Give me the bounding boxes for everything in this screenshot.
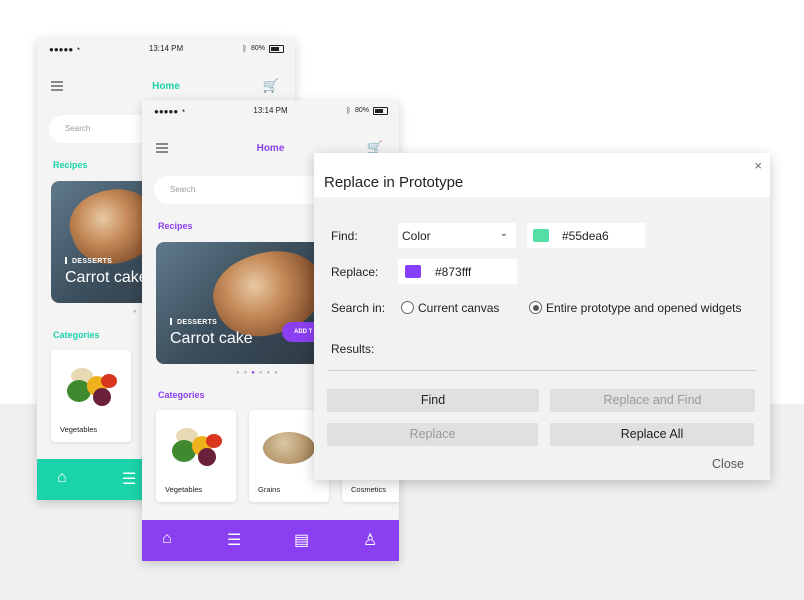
close-icon[interactable]: × bbox=[754, 158, 762, 173]
radio-label-entire-prototype[interactable]: Entire prototype and opened widgets bbox=[546, 301, 741, 315]
document-icon[interactable]: ▤ bbox=[294, 530, 309, 550]
battery-percent: 80% bbox=[250, 45, 265, 52]
hero-title: Carrot cake bbox=[170, 330, 253, 347]
recipes-label: Recipes bbox=[53, 160, 88, 170]
replace-all-button[interactable]: Replace All bbox=[550, 423, 754, 446]
replace-color-swatch[interactable] bbox=[405, 265, 421, 278]
recipes-label: Recipes bbox=[158, 221, 193, 231]
battery-percent: 80% bbox=[354, 107, 369, 114]
find-color-swatch[interactable] bbox=[533, 229, 549, 242]
results-divider bbox=[327, 370, 756, 371]
categories-label: Categories bbox=[53, 330, 100, 340]
hero-title: Carrot cake bbox=[65, 269, 148, 286]
dialog-header: Replace in Prototype × bbox=[314, 153, 770, 197]
replace-color-field[interactable]: #873fff bbox=[398, 259, 517, 284]
close-button[interactable]: Close bbox=[712, 457, 744, 471]
battery-icon bbox=[373, 107, 388, 115]
find-color-field[interactable]: #55dea6 bbox=[527, 223, 645, 248]
find-type-value: Color bbox=[402, 229, 431, 243]
vegetables-image bbox=[170, 426, 224, 470]
list-icon[interactable]: ☰ bbox=[122, 469, 136, 489]
category-card-vegetables[interactable]: Vegetables bbox=[156, 410, 236, 502]
replace-and-find-button[interactable]: Replace and Find bbox=[550, 389, 755, 412]
replace-label: Replace: bbox=[331, 265, 379, 279]
category-label: Cosmetics bbox=[351, 485, 387, 494]
status-bar: ●●●●● ◔ 13:14 PM ᛒ 80% bbox=[142, 100, 399, 124]
find-button[interactable]: Find bbox=[327, 389, 539, 412]
carousel-dots[interactable]: ●●●●●● bbox=[236, 370, 282, 376]
grains-image bbox=[263, 432, 315, 464]
replace-color-value[interactable]: #873fff bbox=[435, 265, 471, 279]
radio-current-canvas[interactable] bbox=[401, 301, 414, 314]
cart-icon[interactable]: 🛒 bbox=[263, 78, 279, 94]
home-icon[interactable]: ⌂ bbox=[162, 530, 172, 548]
battery-icon bbox=[269, 45, 284, 53]
find-color-value[interactable]: #55dea6 bbox=[562, 229, 609, 243]
category-card-vegetables[interactable]: Vegetables bbox=[51, 350, 131, 442]
hero-tag: DESSERTS bbox=[170, 318, 217, 326]
category-label: Grains bbox=[258, 485, 281, 494]
find-label: Find: bbox=[331, 229, 358, 243]
categories-label: Categories bbox=[158, 390, 205, 400]
category-label: Vegetables bbox=[165, 485, 203, 494]
list-icon[interactable]: ☰ bbox=[227, 530, 241, 550]
replace-in-prototype-dialog: Replace in Prototype × Find: Color ⌄ #55… bbox=[314, 153, 770, 480]
dialog-title: Replace in Prototype bbox=[324, 174, 464, 191]
bluetooth-icon: ᛒ bbox=[242, 44, 247, 53]
results-label: Results: bbox=[331, 342, 375, 356]
replace-button[interactable]: Replace bbox=[327, 423, 538, 446]
status-bar: ●●●●● ◔ 13:14 PM ᛒ 80% bbox=[37, 38, 295, 62]
hero-tag: DESSERTS bbox=[65, 257, 112, 265]
category-label: Vegetables bbox=[60, 425, 98, 434]
home-icon[interactable]: ⌂ bbox=[57, 469, 67, 487]
radio-label-current-canvas[interactable]: Current canvas bbox=[418, 301, 499, 315]
bluetooth-icon: ᛒ bbox=[346, 106, 351, 115]
chevron-down-icon: ⌄ bbox=[499, 228, 508, 239]
nav-title: Home bbox=[152, 81, 180, 92]
vegetables-image bbox=[65, 366, 119, 410]
search-in-label: Search in: bbox=[331, 301, 386, 315]
radio-entire-prototype[interactable] bbox=[529, 301, 542, 314]
find-type-select[interactable]: Color ⌄ bbox=[398, 223, 516, 248]
user-icon[interactable]: ♙ bbox=[363, 530, 377, 550]
tab-bar: ⌂ ☰ ▤ ♙ bbox=[142, 520, 399, 561]
carousel-dots: ● bbox=[133, 309, 141, 315]
